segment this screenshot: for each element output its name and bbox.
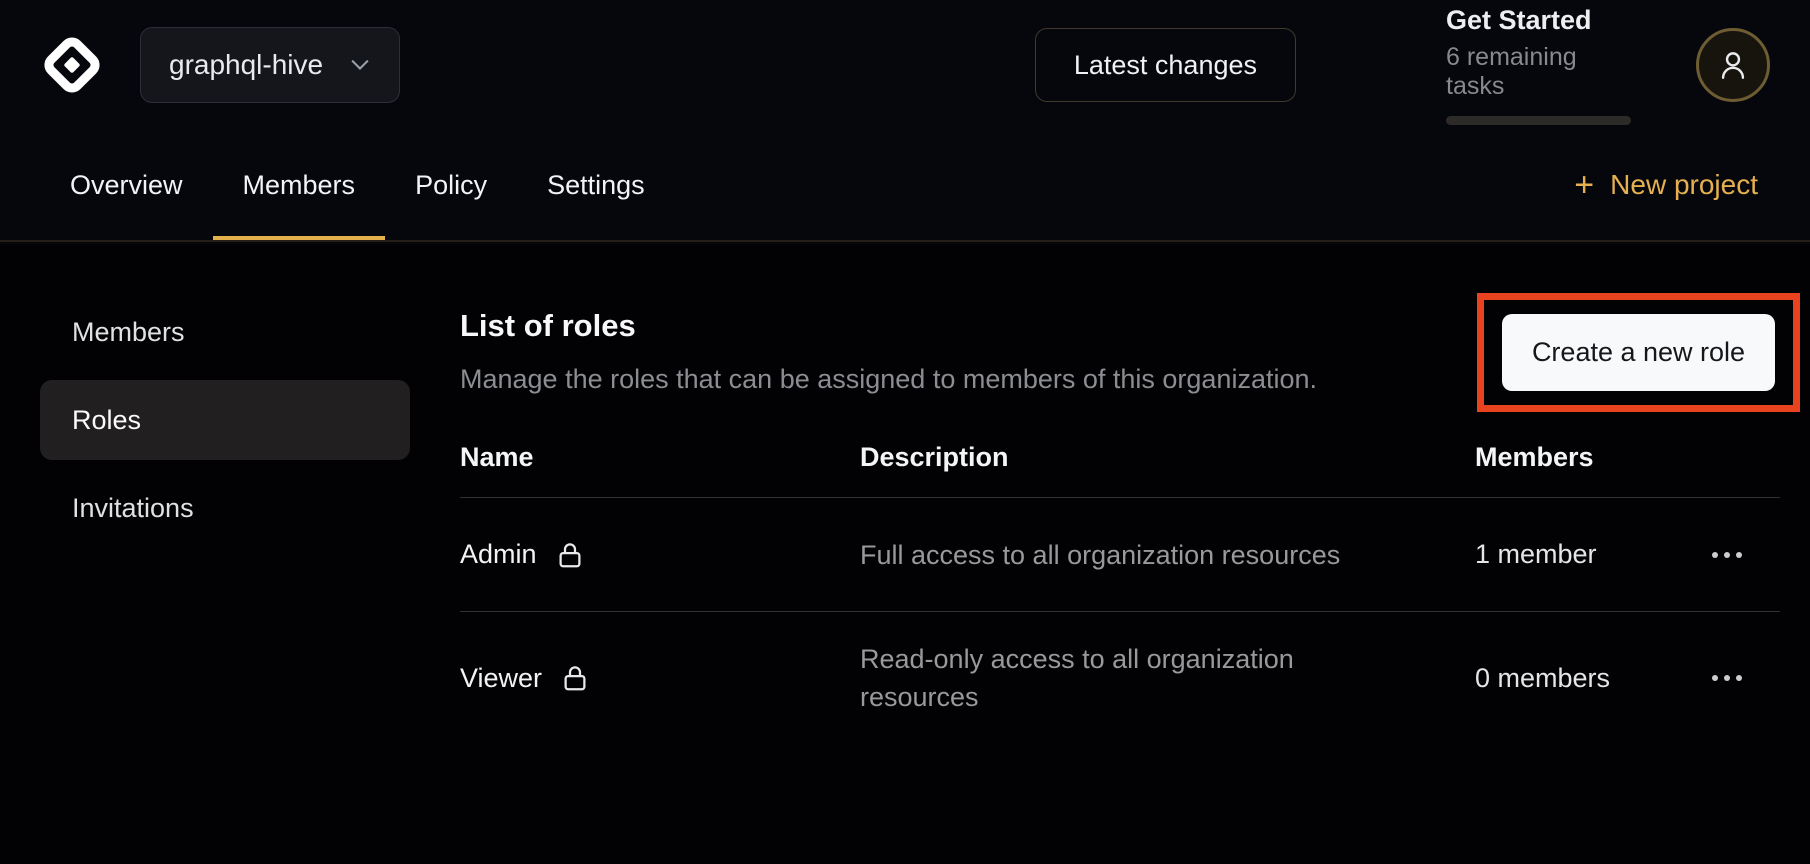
role-name-cell: Admin	[460, 539, 860, 571]
top-bar: graphql-hive Latest changes Get Started …	[0, 0, 1810, 130]
hive-logo-icon[interactable]	[40, 33, 104, 97]
get-started-progress-bar	[1446, 116, 1631, 125]
sidebar-item-roles[interactable]: Roles	[40, 380, 410, 460]
create-new-role-button[interactable]: Create a new role	[1502, 314, 1775, 391]
members-sidebar: Members Roles Invitations	[0, 244, 420, 864]
org-tab-bar: Overview Members Policy Settings + New p…	[0, 130, 1810, 242]
organization-name: graphql-hive	[169, 49, 323, 81]
plus-icon: +	[1574, 168, 1594, 202]
user-avatar-button[interactable]	[1696, 28, 1770, 102]
roles-table: Name Description Members Admin Full acce…	[460, 418, 1780, 744]
tab-members[interactable]: Members	[213, 130, 386, 240]
role-name: Admin	[460, 539, 537, 570]
chevron-down-icon	[349, 58, 371, 72]
new-project-button[interactable]: + New project	[1574, 130, 1770, 240]
get-started-remaining-tasks: 6 remaining tasks	[1446, 43, 1638, 101]
get-started-title: Get Started	[1446, 5, 1638, 36]
sidebar-item-invitations[interactable]: Invitations	[40, 468, 410, 548]
role-description: Full access to all organization resource…	[860, 536, 1385, 574]
lock-icon	[555, 539, 585, 571]
lock-icon	[560, 662, 590, 694]
user-icon	[1716, 48, 1750, 82]
tab-settings[interactable]: Settings	[517, 130, 675, 240]
role-description: Read-only access to all organization res…	[860, 640, 1385, 716]
content-area: Members Roles Invitations List of roles …	[0, 244, 1810, 864]
hive-dashboard: graphql-hive Latest changes Get Started …	[0, 0, 1810, 864]
column-header-description: Description	[860, 442, 1475, 473]
role-name-cell: Viewer	[460, 662, 860, 694]
column-header-members: Members	[1475, 442, 1660, 473]
get-started-widget[interactable]: Get Started 6 remaining tasks	[1446, 5, 1638, 125]
roles-panel: List of roles Manage the roles that can …	[420, 244, 1810, 864]
table-row-admin: Admin Full access to all organization re…	[460, 498, 1780, 612]
role-member-count: 1 member	[1475, 539, 1660, 570]
more-options-icon[interactable]	[1708, 667, 1746, 689]
role-name: Viewer	[460, 663, 542, 694]
sidebar-item-members[interactable]: Members	[40, 292, 410, 372]
new-project-label: New project	[1610, 169, 1758, 201]
table-row-viewer: Viewer Read-only access to all organizat…	[460, 612, 1780, 744]
role-actions-cell	[1660, 667, 1780, 689]
organization-selector[interactable]: graphql-hive	[140, 27, 400, 103]
annotation-highlight-box: Create a new role	[1477, 293, 1800, 412]
latest-changes-button[interactable]: Latest changes	[1035, 28, 1296, 102]
role-member-count: 0 members	[1475, 663, 1660, 694]
more-options-icon[interactable]	[1708, 544, 1746, 566]
tab-overview[interactable]: Overview	[40, 130, 213, 240]
roles-table-header: Name Description Members	[460, 418, 1780, 498]
tab-policy[interactable]: Policy	[385, 130, 517, 240]
role-actions-cell	[1660, 544, 1780, 566]
column-header-name: Name	[460, 442, 860, 473]
